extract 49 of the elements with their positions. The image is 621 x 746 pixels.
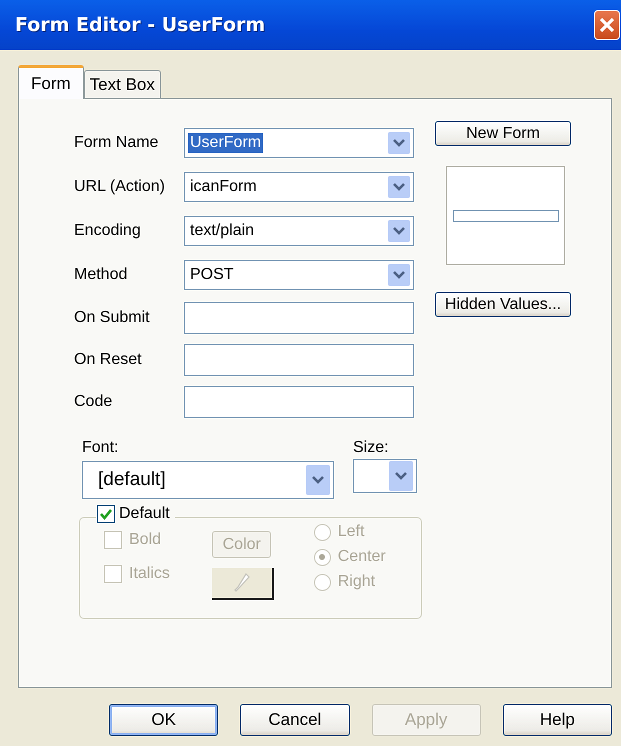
size-label: Size: <box>353 439 390 457</box>
new-form-button[interactable]: New Form <box>435 121 571 146</box>
font-dropdown[interactable]: [default] <box>82 461 334 499</box>
chevron-down-icon <box>388 264 410 286</box>
size-dropdown[interactable] <box>353 459 417 493</box>
input-field[interactable] <box>184 344 414 376</box>
radio-label: Left <box>338 523 364 541</box>
color-picker-button[interactable] <box>212 568 274 600</box>
input-field[interactable] <box>184 386 414 418</box>
hidden-values-button[interactable]: Hidden Values... <box>435 292 571 317</box>
dropdown[interactable]: text/plain <box>184 216 414 246</box>
field-label: On Submit <box>74 309 151 327</box>
dialog-button[interactable]: Cancel <box>240 704 350 736</box>
radio-label: Right <box>338 573 376 591</box>
window-title: Form Editor - UserForm <box>15 14 266 36</box>
tab[interactable]: Form <box>18 65 84 99</box>
radio-label: Center <box>338 548 386 566</box>
chevron-down-icon <box>388 220 410 242</box>
chevron-down-icon <box>388 132 410 154</box>
field-label: Encoding <box>74 222 142 240</box>
field-label: Form Name <box>74 134 160 152</box>
checkmark-icon <box>99 507 113 521</box>
close-icon <box>598 16 616 34</box>
close-button[interactable] <box>594 10 620 40</box>
font-label: Font: <box>82 439 120 457</box>
dropdown-value: POST <box>189 265 235 285</box>
default-checkbox[interactable] <box>97 505 115 523</box>
dropdown-value: [default] <box>97 468 167 492</box>
dropdown[interactable]: icanForm <box>184 172 414 202</box>
checkbox-label: Italics <box>129 565 170 583</box>
dropdown-value: UserForm <box>188 133 264 153</box>
field-label: Method <box>74 266 128 284</box>
chevron-down-icon <box>306 465 330 495</box>
chevron-down-icon <box>389 461 413 491</box>
field-label: URL (Action) <box>74 178 166 196</box>
dropdown[interactable]: UserForm <box>184 128 414 158</box>
field-label: On Reset <box>74 351 143 369</box>
eyedropper-icon <box>233 572 252 594</box>
checkbox-label: Default <box>119 505 170 523</box>
input-field[interactable] <box>184 302 414 334</box>
dropdown-value: text/plain <box>189 221 256 241</box>
field-label: Code <box>74 393 114 411</box>
dropdown-value: icanForm <box>189 177 258 197</box>
dropdown[interactable]: POST <box>184 260 414 290</box>
dialog-button[interactable]: Help <box>502 704 612 736</box>
checkbox-label: Bold <box>129 531 162 549</box>
chevron-down-icon <box>388 176 410 198</box>
dialog-button[interactable]: OK <box>109 704 218 736</box>
tab[interactable]: Text Box <box>84 70 161 98</box>
